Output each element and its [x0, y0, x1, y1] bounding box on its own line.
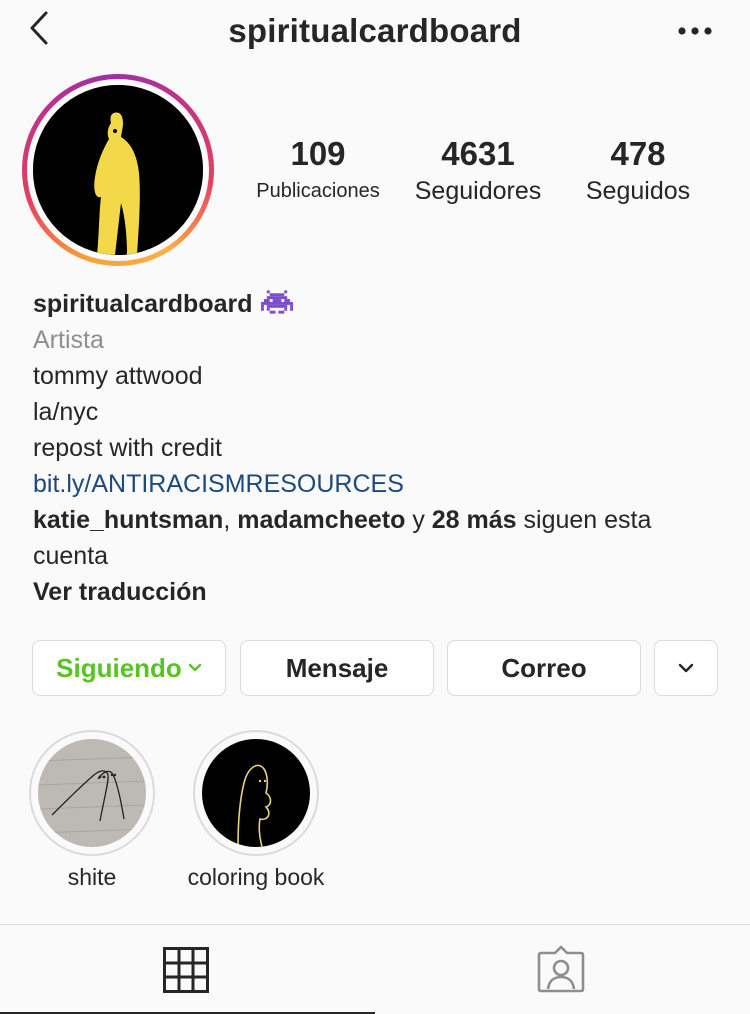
- profile-screen: spiritualcardboard 109 Publicaciones 463…: [0, 0, 750, 1014]
- bio-line: repost with credit: [33, 434, 222, 462]
- chevron-down-icon: [188, 663, 202, 672]
- message-button[interactable]: Mensaje: [240, 640, 434, 696]
- followed-by-user-2[interactable]: madamcheeto: [237, 506, 405, 534]
- yellow-figure-illustration: [33, 85, 203, 255]
- grid-icon: [163, 947, 209, 993]
- following-button-label: Siguiendo: [56, 652, 182, 683]
- followers-label: Seguidores: [414, 177, 542, 205]
- profile-avatar[interactable]: [22, 74, 214, 266]
- followed-by-user-1[interactable]: katie_huntsman: [33, 506, 223, 534]
- stat-followers[interactable]: 4631 Seguidores: [398, 134, 558, 208]
- posts-label: Publicaciones: [256, 180, 380, 202]
- highlight-ring: [29, 730, 155, 856]
- profile-bio: spiritualcardboard Artista tommy attwood…: [33, 286, 723, 610]
- followed-by-separator: ,: [223, 506, 231, 534]
- alien-monster-icon: [260, 290, 293, 314]
- highlight-label: coloring book: [187, 864, 325, 890]
- message-button-label: Mensaje: [285, 652, 389, 683]
- posts-count: 109: [290, 135, 346, 172]
- tab-tagged[interactable]: [375, 925, 750, 1014]
- followed-by-text[interactable]: katie_huntsman, madamcheeto y 28 más sig…: [33, 502, 723, 574]
- avatar-image: [33, 85, 203, 255]
- story-highlight[interactable]: coloring book: [188, 730, 324, 891]
- following-button[interactable]: Siguiendo: [32, 640, 226, 696]
- highlight-ring: [193, 730, 319, 856]
- bio-line: la/nyc: [33, 398, 99, 426]
- see-translation-link[interactable]: Ver traducción: [33, 574, 723, 610]
- suggested-accounts-button[interactable]: [654, 640, 718, 696]
- bio-name-row: spiritualcardboard: [33, 286, 723, 322]
- followers-count: 4631: [441, 135, 515, 172]
- bio-display-name: spiritualcardboard: [33, 290, 253, 318]
- highlight-cover: [38, 739, 146, 847]
- stat-following[interactable]: 478 Seguidos: [560, 134, 716, 208]
- highlight-label: shite: [67, 864, 117, 890]
- bio-link[interactable]: bit.ly/ANTIRACISMRESOURCES: [33, 466, 723, 502]
- top-nav-bar: spiritualcardboard: [0, 0, 750, 62]
- tagged-person-icon: [537, 945, 585, 993]
- bio-line: tommy attwood: [33, 362, 203, 390]
- story-highlight[interactable]: shite: [29, 730, 155, 891]
- email-button-label: Correo: [501, 652, 587, 683]
- bio-category: Artista: [33, 326, 104, 354]
- header-username: spiritualcardboard: [228, 12, 522, 49]
- following-label: Seguidos: [585, 177, 691, 205]
- email-button[interactable]: Correo: [447, 640, 641, 696]
- highlight-cover: [202, 739, 310, 847]
- tab-posts-grid[interactable]: [0, 925, 375, 1014]
- followed-by-count[interactable]: 28 más: [432, 506, 517, 534]
- stat-posts[interactable]: 109 Publicaciones: [238, 134, 398, 208]
- more-horizontal-icon[interactable]: [678, 26, 712, 36]
- followed-by-and: y: [412, 506, 425, 534]
- chevron-down-icon: [678, 663, 694, 673]
- following-count: 478: [610, 135, 666, 172]
